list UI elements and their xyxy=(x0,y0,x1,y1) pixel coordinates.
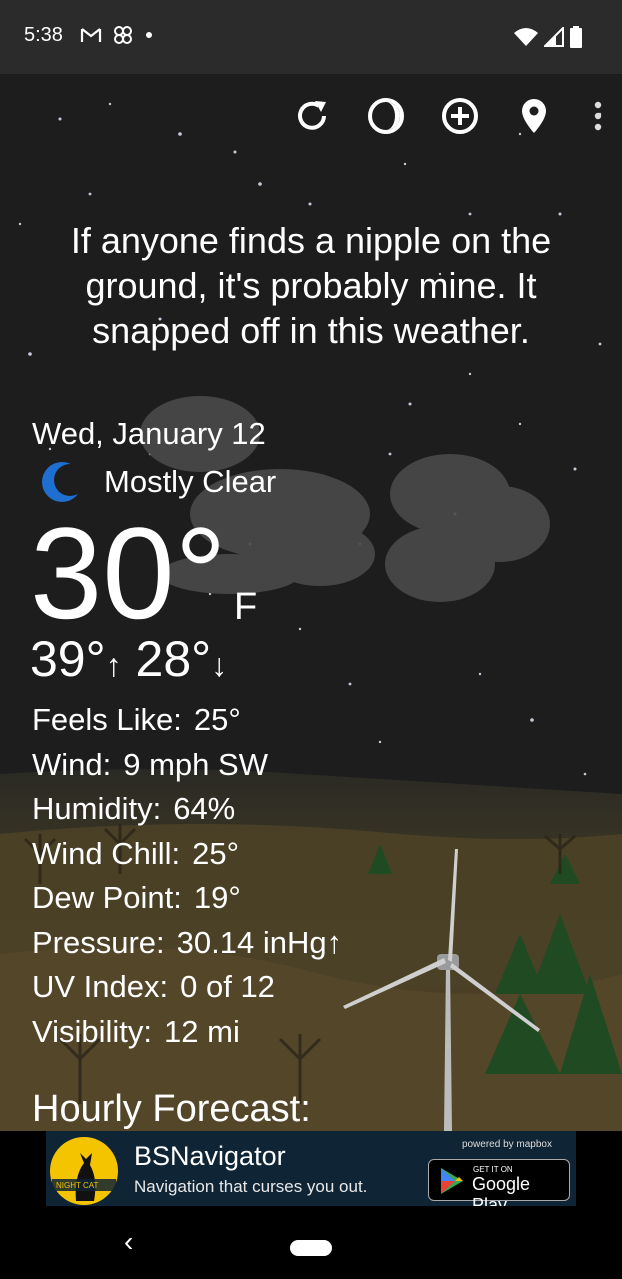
ad-banner[interactable]: NIGHT CAT BSNavigator Navigation that cu… xyxy=(46,1131,576,1206)
detail-row-wind-chill: Wind Chill: 25° xyxy=(32,832,342,877)
weather-details: Feels Like: 25° Wind: 9 mph SW Humidity: 64… xyxy=(32,698,342,1054)
detail-value: 12 mi xyxy=(164,1013,240,1049)
detail-label: Wind Chill: xyxy=(32,835,181,871)
detail-row-visibility: Visibility: 12 mi xyxy=(32,1010,342,1055)
status-icons-left xyxy=(80,24,154,46)
detail-label: UV Index: xyxy=(32,969,169,1004)
detail-row-pressure: Pressure: 30.14 inHg↑ xyxy=(32,921,342,966)
location-button[interactable] xyxy=(514,96,554,136)
ad-powered-by: powered by mapbox xyxy=(461,1139,552,1150)
detail-label: Humidity: xyxy=(32,791,162,826)
signal-icon xyxy=(544,27,564,47)
home-pill[interactable] xyxy=(290,1240,332,1256)
detail-label: Dew Point: xyxy=(32,880,182,915)
detail-label: Wind: xyxy=(32,746,112,782)
condition-text: Mostly Clear xyxy=(104,464,277,499)
detail-value: 0 of 12 xyxy=(180,969,275,1004)
arrow-down-icon: ↓ xyxy=(211,647,228,683)
detail-value: 19° xyxy=(193,880,241,915)
refresh-button[interactable] xyxy=(292,96,332,136)
status-bar: 5:38 xyxy=(0,0,622,74)
location-pin-icon xyxy=(522,99,546,133)
status-time: 5:38 xyxy=(24,24,63,46)
detail-value: 30.14 inHg↑ xyxy=(176,924,343,960)
top-toolbar xyxy=(292,96,608,136)
detail-row-uv-index: UV Index: 0 of 12 xyxy=(32,965,342,1010)
arrow-up-icon: ↑ xyxy=(105,647,122,683)
ad-subtitle: Navigation that curses you out. xyxy=(134,1177,368,1196)
dot-icon xyxy=(146,32,152,38)
bsnavigator-logo: NIGHT CAT xyxy=(46,1131,122,1206)
refresh-icon xyxy=(298,101,326,130)
add-location-button[interactable] xyxy=(440,96,480,136)
status-icons-right xyxy=(514,26,582,48)
detail-value: 25° xyxy=(193,702,241,737)
wifi-icon xyxy=(514,28,538,46)
system-navigation-bar: ‹ xyxy=(0,1206,622,1279)
current-date: Wed, January 12 xyxy=(32,416,266,451)
high-low-temps: 39°↑ 28°↓ xyxy=(30,630,227,694)
hourly-forecast-title: Hourly Forecast: xyxy=(32,1088,311,1130)
condition-row: Mostly Clear xyxy=(40,460,276,504)
pinwheel-icon xyxy=(114,26,132,44)
back-icon[interactable]: ‹ xyxy=(124,1226,133,1258)
detail-row-feels-like: Feels Like: 25° xyxy=(32,698,342,743)
gmail-icon xyxy=(80,28,102,42)
moon-phase-button[interactable] xyxy=(366,96,406,136)
detail-row-wind: Wind: 9 mph SW xyxy=(32,743,342,788)
google-play-icon xyxy=(441,1168,463,1194)
detail-label: Feels Like: xyxy=(32,702,182,737)
detail-row-dew-point: Dew Point: 19° xyxy=(32,876,342,921)
more-vert-icon xyxy=(594,101,602,131)
moon-icon xyxy=(42,462,84,502)
play-store-text: Google Play xyxy=(472,1174,531,1206)
google-play-badge[interactable]: GET IT ON Google Play xyxy=(428,1159,570,1206)
detail-label: Pressure: xyxy=(32,924,165,960)
temperature-unit: F xyxy=(234,586,258,628)
more-menu-button[interactable] xyxy=(588,96,608,136)
detail-label: Visibility: xyxy=(32,1013,153,1049)
current-temperature: 30° xyxy=(30,500,227,646)
detail-row-humidity: Humidity: 64% xyxy=(32,787,342,832)
play-get-text: GET IT ON xyxy=(473,1165,513,1174)
detail-value: 64% xyxy=(173,791,236,826)
add-location-icon xyxy=(442,98,478,134)
low-temp: 28° xyxy=(135,631,212,687)
moon-phase-icon xyxy=(368,98,404,134)
weather-quote: If anyone finds a nipple on the ground, … xyxy=(70,220,552,351)
high-temp: 39° xyxy=(30,631,106,687)
detail-value: 25° xyxy=(192,835,240,871)
ad-logo-text: NIGHT CAT xyxy=(56,1181,98,1190)
detail-value: 9 mph SW xyxy=(123,746,268,782)
battery-icon xyxy=(570,26,582,48)
ad-title: BSNavigator xyxy=(134,1141,286,1171)
